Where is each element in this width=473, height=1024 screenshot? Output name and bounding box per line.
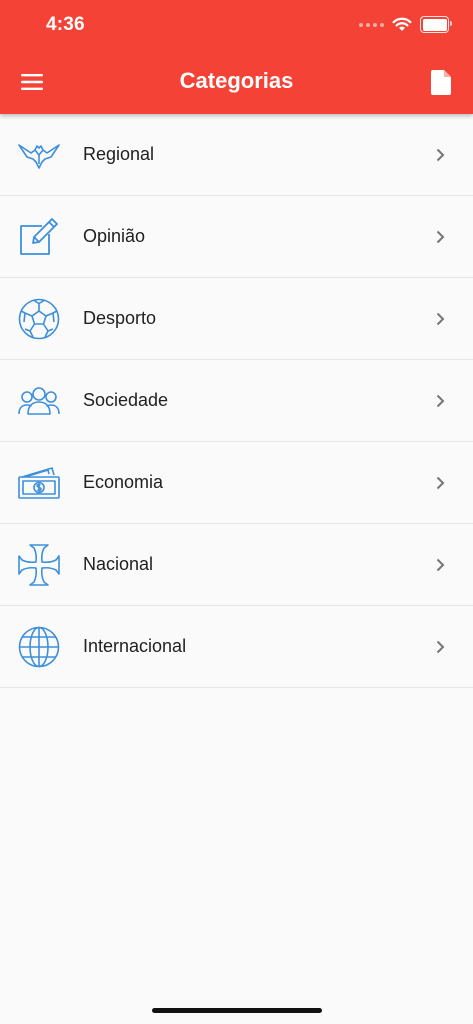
battery-icon [420,16,452,33]
category-item-desporto[interactable]: Desporto [0,278,473,360]
chevron-right-icon [433,558,447,572]
category-item-economia[interactable]: Economia [0,442,473,524]
cross-icon [18,543,60,586]
page-title: Categorias [179,68,294,93]
chevron-right-icon [433,476,447,490]
document-icon [431,69,451,95]
chevron-right-icon [433,230,447,244]
category-label: Economia [83,472,164,492]
people-group-icon [18,380,60,422]
globe-icon [18,626,60,668]
category-item-opiniao[interactable]: Opinião [0,196,473,278]
money-icon [18,462,60,504]
category-item-internacional[interactable]: Internacional [0,606,473,688]
document-button[interactable] [423,64,459,100]
chevron-right-icon [433,640,447,654]
chevron-right-icon [433,394,447,408]
category-label: Opinião [83,226,146,246]
edit-note-icon [18,216,60,258]
wifi-icon [392,17,412,31]
category-label: Internacional [83,636,187,656]
soccer-ball-icon [18,298,60,340]
status-time: 4:36 [46,14,85,35]
chevron-right-icon [433,148,447,162]
eagle-icon [18,134,60,176]
category-item-regional[interactable]: Regional [0,114,473,196]
home-indicator[interactable] [152,1008,322,1013]
category-item-nacional[interactable]: Nacional [0,524,473,606]
category-label: Nacional [83,554,154,574]
signal-icon [359,22,384,27]
category-list: Regional Opinião Desporto Sociedade Econ… [0,114,473,688]
app-bar: 4:36 Categorias [0,0,473,114]
chevron-right-icon [433,312,447,326]
category-label: Sociedade [83,390,169,410]
category-label: Regional [83,144,155,164]
categories-screen: 4:36 Categorias Regional Opinião Desport… [0,0,473,1024]
status-icons [359,16,452,33]
category-item-sociedade[interactable]: Sociedade [0,360,473,442]
category-label: Desporto [83,308,157,328]
